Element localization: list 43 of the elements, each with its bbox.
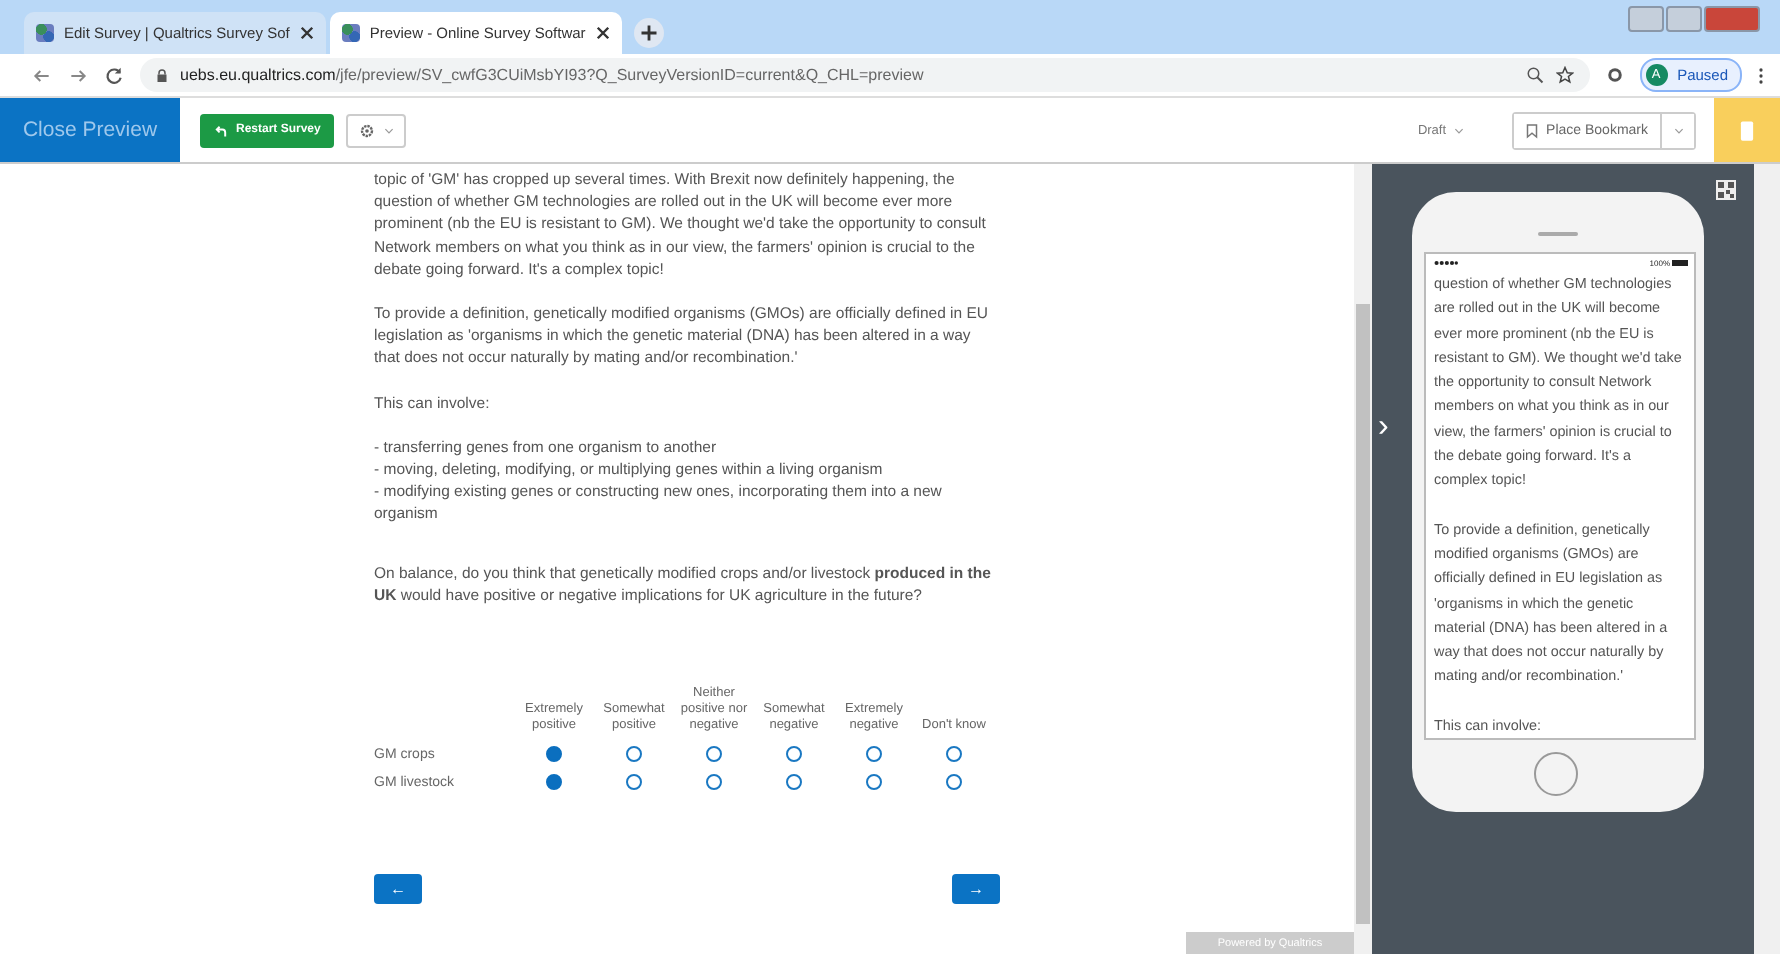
- extension-icon[interactable]: [1605, 66, 1624, 84]
- radio-button[interactable]: [786, 746, 802, 763]
- radio-button[interactable]: [706, 774, 722, 791]
- dots-icon: [36, 24, 54, 42]
- radio-button[interactable]: [626, 774, 642, 791]
- scrollbar[interactable]: [1354, 164, 1372, 954]
- radio-button[interactable]: [626, 746, 642, 763]
- scrollbar[interactable]: [1754, 164, 1780, 954]
- back-icon[interactable]: [32, 65, 52, 85]
- lock-icon: [156, 67, 168, 83]
- radio-button[interactable]: [546, 774, 562, 791]
- radio-button[interactable]: [866, 774, 882, 791]
- new-tab-icon[interactable]: [633, 18, 664, 48]
- radio-button[interactable]: [946, 774, 962, 791]
- collapse-button[interactable]: ›: [1378, 412, 1389, 444]
- window-controls[interactable]: [1628, 6, 1760, 32]
- radio-button[interactable]: [786, 774, 802, 791]
- caret-icon: [1454, 127, 1465, 133]
- caret-icon: [384, 127, 395, 133]
- radio-button[interactable]: [866, 746, 882, 763]
- close-icon[interactable]: [299, 26, 314, 40]
- radio-button[interactable]: [946, 746, 962, 763]
- close-icon[interactable]: [595, 26, 610, 40]
- undo-arrow-icon: [214, 123, 228, 137]
- gear-icon: [358, 121, 377, 139]
- phone-icon: [1740, 119, 1754, 141]
- zoom-icon[interactable]: [1525, 66, 1544, 84]
- logo-icon: [341, 24, 360, 42]
- settings-dropdown[interactable]: [346, 113, 407, 147]
- forward-icon[interactable]: [68, 65, 88, 85]
- next-button[interactable]: →: [952, 874, 1000, 905]
- back-button[interactable]: ←: [374, 874, 422, 905]
- reload-icon[interactable]: [104, 65, 124, 85]
- signal-icon: [1434, 260, 1458, 266]
- battery-icon: [1672, 260, 1688, 266]
- star-icon[interactable]: [1555, 66, 1574, 84]
- radio-button[interactable]: [706, 746, 722, 763]
- radio-button[interactable]: [546, 746, 562, 763]
- bookmark-icon: [1526, 121, 1539, 139]
- qr-code-icon[interactable]: [1716, 180, 1736, 200]
- address-field[interactable]: uebs.eu.qualtrics.com/jfe/preview/SV_cwfG3CUiMsbYI93?Q_SurveyVersionID=current&Q_CHL=preview: [140, 58, 1590, 92]
- menu-icon[interactable]: [1758, 65, 1764, 85]
- caret-icon: [1673, 127, 1683, 133]
